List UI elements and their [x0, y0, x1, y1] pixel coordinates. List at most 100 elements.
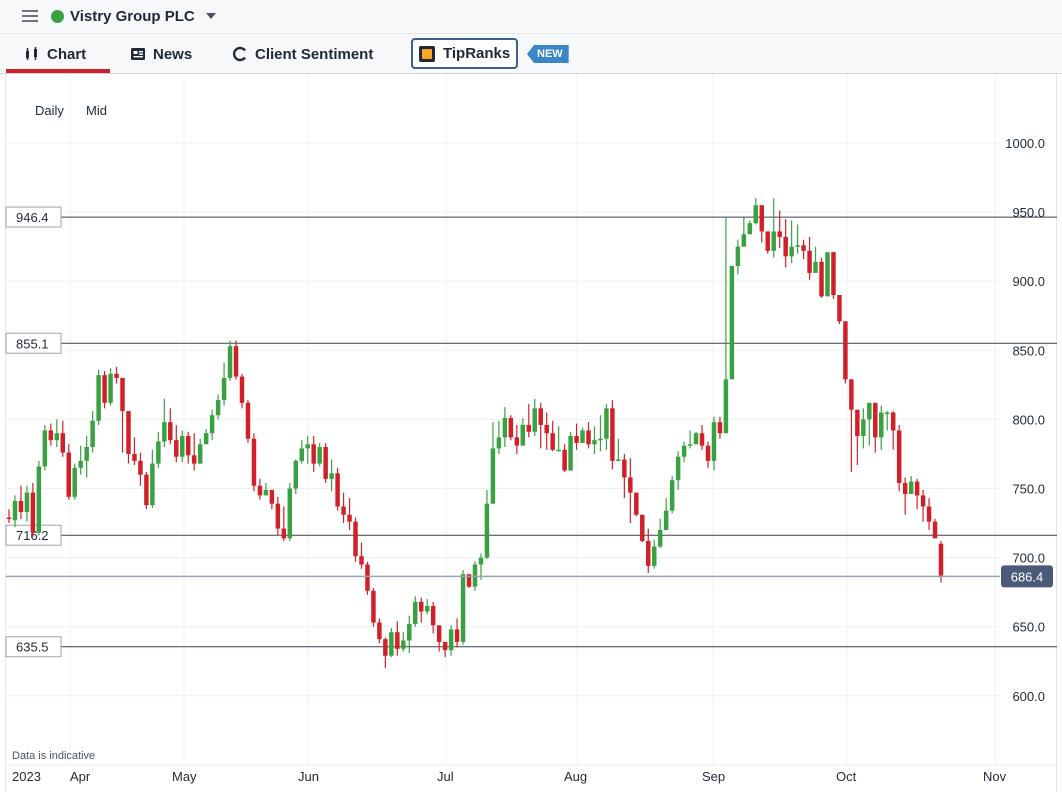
level-label: 855.1 — [16, 336, 49, 351]
candle-up — [72, 463, 77, 500]
candle-down — [926, 498, 932, 530]
candle-up — [209, 409, 215, 441]
x-tick-label: Oct — [836, 769, 857, 784]
candle-up — [54, 419, 60, 448]
candles — [6, 198, 944, 669]
x-tick-label: Jun — [298, 769, 319, 784]
candle-up — [448, 625, 454, 656]
candle-down — [508, 415, 514, 441]
candle-up — [723, 217, 729, 434]
last-price-label: 686.4 — [1011, 569, 1044, 584]
price-chart[interactable]: 946.4855.1716.2635.5 600.0650.0700.0750.… — [0, 0, 1062, 792]
candle-down — [759, 205, 765, 243]
candle-down — [311, 435, 316, 472]
candle-up — [84, 435, 89, 478]
candle-up — [598, 415, 603, 452]
candle-up — [12, 495, 18, 528]
candle-up — [741, 217, 747, 247]
x-tick-label: Aug — [564, 769, 587, 784]
candle-up — [317, 442, 322, 467]
candle-up — [401, 632, 406, 652]
y-axis: 600.0 650.0 700.0 750.0 800.0 850.0 900.0 950.0… — [1005, 136, 1045, 704]
candle-up — [36, 460, 42, 536]
price-type-selector[interactable]: Mid — [86, 103, 107, 118]
candle-down — [902, 477, 908, 515]
candle-up — [795, 224, 800, 254]
candle-down — [6, 509, 12, 524]
candle-up — [729, 265, 735, 380]
candle-down — [765, 231, 770, 254]
candle-up — [861, 408, 866, 449]
candle-up — [735, 239, 741, 275]
candle-up — [150, 449, 155, 508]
candle-up — [496, 420, 502, 454]
candle-up — [203, 429, 209, 445]
candle-up — [305, 435, 310, 464]
candle-down — [377, 618, 382, 644]
candle-down — [430, 601, 436, 634]
candle-down — [849, 379, 854, 472]
candle-down — [281, 506, 287, 542]
candle-down — [365, 561, 370, 595]
candle-down — [932, 518, 938, 539]
candle-down — [699, 424, 705, 450]
candle-up — [78, 445, 83, 475]
candle-down — [335, 467, 340, 511]
candle-down — [837, 295, 842, 325]
y-tick-label: 900.0 — [1012, 274, 1045, 289]
candle-down — [783, 219, 788, 268]
candle-up — [502, 406, 508, 448]
candle-up — [532, 398, 537, 436]
candle-down — [717, 416, 723, 439]
candle-up — [711, 416, 717, 471]
x-tick-label: Apr — [70, 769, 91, 784]
candle-up — [424, 599, 430, 615]
candle-down — [185, 431, 191, 464]
candle-down — [586, 422, 591, 449]
candle-down — [120, 377, 125, 453]
candle-up — [753, 198, 759, 225]
candle-down — [628, 458, 633, 524]
interval-selector[interactable]: Daily — [35, 103, 64, 118]
candle-up — [568, 431, 573, 471]
candle-down — [920, 489, 926, 522]
candle-up — [604, 404, 609, 450]
candle-down — [168, 408, 173, 445]
candle-down — [538, 402, 543, 449]
candle-up — [96, 369, 101, 425]
candle-down — [550, 420, 555, 452]
candle-up — [484, 489, 490, 559]
candle-down — [102, 371, 107, 409]
candle-down — [323, 442, 328, 483]
candle-down — [610, 400, 615, 470]
candle-up — [580, 427, 585, 443]
candle-up — [825, 252, 830, 297]
candle-down — [174, 424, 179, 463]
candle-up — [669, 476, 675, 514]
candle-down — [914, 478, 920, 510]
candle-up — [263, 482, 269, 496]
candle-up — [197, 438, 203, 464]
candle-down — [777, 210, 782, 249]
candle-up — [156, 431, 161, 468]
candle-up — [867, 402, 872, 446]
x-tick-label: Sep — [702, 769, 725, 784]
candle-down — [251, 433, 257, 492]
candle-up — [687, 430, 693, 449]
candle-up — [108, 368, 113, 406]
candle-down — [896, 424, 902, 492]
candle-down — [574, 423, 579, 450]
candle-up — [407, 615, 412, 653]
candle-up — [771, 198, 776, 258]
candle-up — [520, 418, 526, 446]
candle-down — [257, 478, 263, 500]
candle-down — [126, 411, 131, 464]
candle-down — [514, 424, 520, 454]
candle-down — [634, 492, 639, 517]
candle-down — [341, 492, 346, 524]
candle-up — [616, 438, 621, 461]
candle-down — [66, 444, 71, 500]
candle-down — [359, 542, 364, 569]
candle-down — [347, 498, 352, 530]
candle-up — [675, 451, 681, 490]
